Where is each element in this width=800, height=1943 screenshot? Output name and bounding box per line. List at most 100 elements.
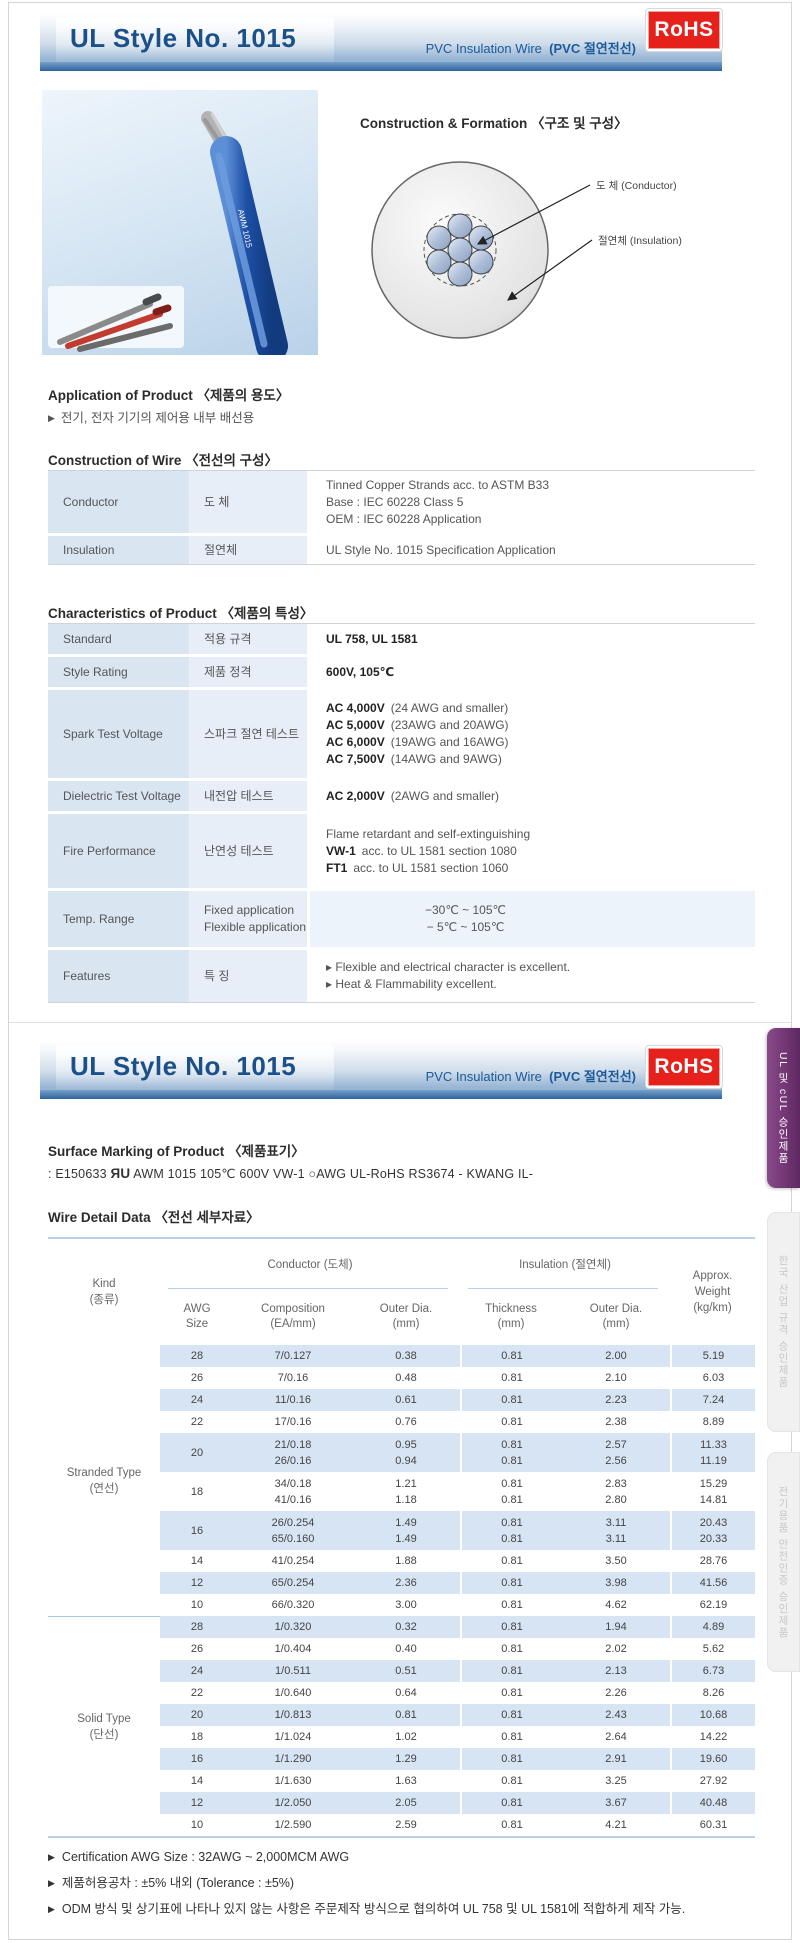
data-value: 27.92	[700, 1773, 728, 1789]
table-row: Style Rating제품 정격600V, 105℃	[48, 657, 755, 687]
data-cell: 11.3311.19	[670, 1433, 755, 1472]
data-cell: 0.81	[460, 1367, 562, 1389]
table-row: Fire Performance난연성 테스트Flame retardant a…	[48, 814, 755, 888]
construction-heading: Construction of Wire 〈전선의 구성〉	[48, 449, 278, 469]
data-cell: 7/0.127	[234, 1345, 352, 1367]
sub-header-line: Thickness	[485, 1302, 537, 1317]
data-value: 0.81	[501, 1663, 522, 1679]
row-label-kr: 내전압 테스트	[190, 781, 310, 811]
data-value: 3.11	[606, 1515, 627, 1531]
data-value: 0.81	[501, 1348, 522, 1364]
table-row: 1441/0.2541.880.813.5028.76	[160, 1550, 755, 1572]
awg-value: 20	[191, 1445, 203, 1461]
data-value: 3.67	[605, 1795, 626, 1811]
awg-value: 24	[191, 1663, 203, 1679]
data-cell: 0.810.81	[460, 1472, 562, 1511]
data-cell: 2.26	[562, 1682, 670, 1704]
data-cell: 2.23	[562, 1389, 670, 1411]
row-label-en: Dielectric Test Voltage	[48, 781, 190, 811]
wire-table-bottom-line	[48, 1836, 755, 1838]
data-cell: 1/1.630	[234, 1770, 352, 1792]
kind-name-kr: (연선)	[90, 1481, 119, 1497]
value-regular: (24 AWG and smaller)	[391, 701, 509, 715]
data-cell: 26/0.25465/0.160	[234, 1511, 352, 1550]
sub-column-header: Outer Dia.(mm)	[562, 1289, 670, 1345]
data-cell: 66/0.320	[234, 1594, 352, 1616]
data-value: 3.11	[606, 1531, 627, 1547]
surface-marking-heading: Surface Marking of Product 〈제품표기〉	[48, 1140, 305, 1160]
construction-diagram: 도 체 (Conductor) 절연체 (Insulation)	[340, 140, 760, 375]
awg-cell: 16	[160, 1511, 234, 1550]
data-value: 0.81	[501, 1575, 522, 1591]
data-value: 5.19	[703, 1348, 724, 1364]
data-value: 6.03	[703, 1370, 724, 1386]
awg-value: 20	[191, 1707, 203, 1723]
kind-name-en: Solid Type	[77, 1711, 131, 1727]
row-label-kr: 제품 정격	[190, 657, 310, 687]
subtitle-en: PVC Insulation Wire	[426, 1069, 542, 1084]
data-value: 0.81	[501, 1707, 522, 1723]
row-label-en: Spark Test Voltage	[48, 690, 190, 778]
data-value: 1.02	[395, 1729, 416, 1745]
value-regular: ▸ Heat & Flammability excellent.	[326, 977, 497, 991]
data-value: 28.76	[700, 1553, 728, 1569]
rohs-logo: RoHS	[646, 9, 722, 51]
row-label-kr-line: 도 체	[204, 494, 307, 511]
side-tab-active[interactable]: UL 및 cUL 승인제품	[767, 1028, 800, 1188]
table-row: Spark Test Voltage스파크 절연 테스트AC 4,000V(24…	[48, 690, 755, 778]
triangle-bullet-icon: ▶	[48, 1874, 55, 1893]
data-cell: 2.43	[562, 1704, 670, 1726]
data-value: 3.98	[605, 1575, 626, 1591]
row-label-kr: 난연성 테스트	[190, 814, 310, 888]
row-label-kr: Fixed applicationFlexible application	[190, 891, 310, 947]
data-cell: 1.63	[352, 1770, 460, 1792]
table-row: Standard적용 규격UL 758, UL 1581	[48, 623, 755, 654]
kind-header-line: Kind	[92, 1276, 115, 1292]
awg-value: 10	[191, 1597, 203, 1613]
weight-header-line: Approx.	[693, 1268, 733, 1284]
kind-name-kr: (단선)	[90, 1727, 119, 1743]
data-cell: 2.64	[562, 1726, 670, 1748]
awg-value: 22	[191, 1414, 203, 1430]
awg-cell: 22	[160, 1682, 234, 1704]
data-cell: 1/1.024	[234, 1726, 352, 1748]
awg-value: 14	[191, 1553, 203, 1569]
value-regular: ▸ Flexible and electrical character is e…	[326, 960, 570, 974]
data-cell: 3.25	[562, 1770, 670, 1792]
sub-header-line: (mm)	[498, 1317, 525, 1332]
sub-header-line: Outer Dia.	[380, 1302, 432, 1317]
data-cell: 20.4320.33	[670, 1511, 755, 1550]
data-cell: 1/0.320	[234, 1616, 352, 1638]
row-value-line: −30℃ ~ 105℃	[326, 902, 755, 919]
table-row: 141/1.6301.630.813.2527.92	[160, 1770, 755, 1792]
data-value: 2.13	[605, 1663, 626, 1679]
row-label-en: Temp. Range	[48, 891, 190, 947]
table-row: 1626/0.25465/0.1601.491.490.810.813.113.…	[160, 1511, 755, 1550]
data-value: 10.68	[700, 1707, 728, 1723]
page-divider	[9, 1022, 791, 1023]
data-cell: 2.832.80	[562, 1472, 670, 1511]
sub-column-header: Composition(EA/mm)	[234, 1289, 352, 1345]
sub-header-line: AWG	[183, 1302, 210, 1317]
side-tab-inactive[interactable]: 한국 산업 규격 승인제품	[767, 1212, 800, 1432]
data-cell: 0.81	[460, 1814, 562, 1836]
data-value: 0.81	[501, 1437, 522, 1453]
side-tab-inactive[interactable]: 전기용품 안전인증 승인제품	[767, 1452, 800, 1672]
data-cell: 60.31	[670, 1814, 755, 1836]
row-value: UL Style No. 1015 Specification Applicat…	[310, 536, 755, 564]
footer-note: ▶ODM 방식 및 상기표에 나타나 있지 않는 사항은 주문제작 방식으로 협…	[48, 1900, 748, 1920]
data-value: 1.63	[395, 1773, 416, 1789]
data-value: 8.26	[703, 1685, 724, 1701]
header-bottom-strip	[40, 62, 722, 71]
awg-cell: 20	[160, 1704, 234, 1726]
sub-header-line: Outer Dia.	[590, 1302, 642, 1317]
data-cell: 10.68	[670, 1704, 755, 1726]
footer-note: ▶Certification AWG Size : 32AWG ~ 2,000M…	[48, 1848, 748, 1868]
value-regular: (14AWG and 9AWG)	[391, 752, 502, 766]
row-value: AC 4,000V(24 AWG and smaller)AC 5,000V(2…	[310, 690, 755, 778]
data-value: 0.61	[395, 1392, 416, 1408]
data-cell: 2.38	[562, 1411, 670, 1433]
section-rows: 287/0.1270.380.812.005.19267/0.160.480.8…	[160, 1345, 755, 1616]
data-value: 2.56	[605, 1453, 626, 1469]
row-label-kr: 특 징	[190, 950, 310, 1002]
